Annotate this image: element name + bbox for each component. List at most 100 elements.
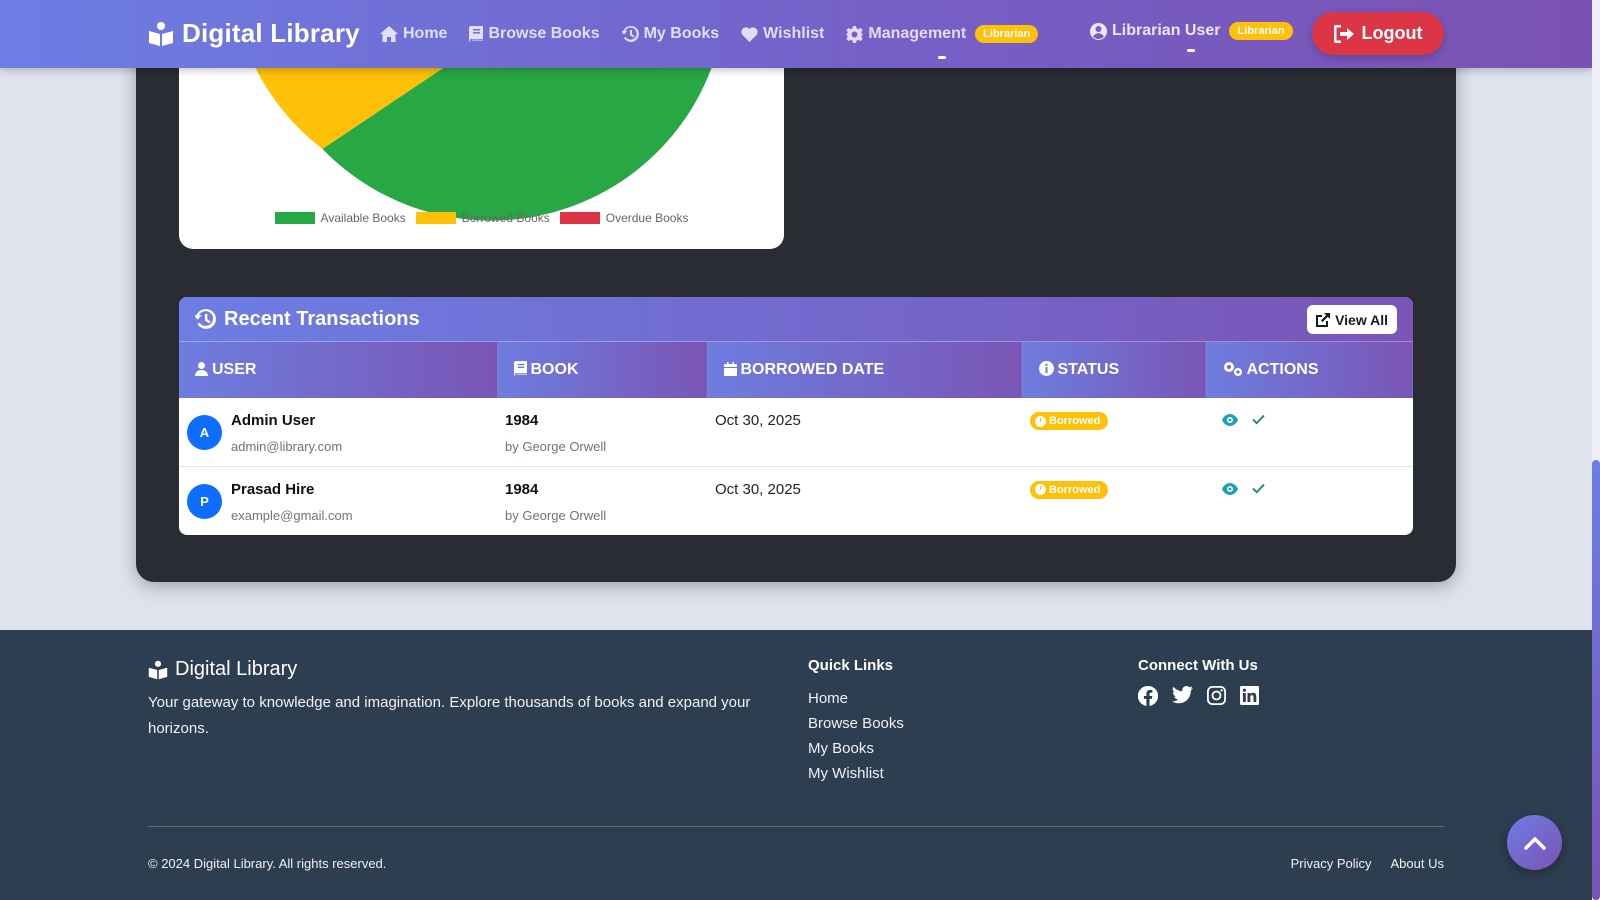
transactions-header: Recent Transactions View All — [179, 297, 1413, 342]
nav-browse-books[interactable]: Browse Books — [469, 25, 600, 43]
about-us-link[interactable]: About Us — [1391, 856, 1444, 871]
footer-link-home[interactable]: Home — [808, 686, 904, 711]
user-cell: P Prasad Hire example@gmail.com — [179, 466, 497, 534]
linkedin-icon[interactable] — [1240, 686, 1259, 705]
logout-label: Logout — [1361, 23, 1423, 43]
user-name: Prasad Hire — [231, 480, 315, 498]
nav-wishlist-label: Wishlist — [763, 25, 825, 42]
brand-link[interactable]: Digital Library — [148, 18, 360, 49]
nav-home-label: Home — [403, 25, 448, 42]
user-role-badge: Librarian — [1229, 22, 1293, 40]
column-label-user: USER — [212, 361, 257, 378]
logout-button[interactable]: Logout — [1312, 12, 1444, 55]
footer-description: Your gateway to knowledge and imaginatio… — [148, 694, 751, 737]
column-header-borrowed-date[interactable]: BORROWED DATE — [707, 342, 1023, 398]
status-badge: Borrowed — [1030, 412, 1109, 430]
status-cell: Borrowed — [1022, 466, 1206, 534]
column-header-user[interactable]: USER — [179, 342, 498, 398]
quick-links-title: Quick Links — [808, 657, 894, 674]
book-icon — [469, 26, 484, 42]
book-title: 1984 — [505, 412, 539, 429]
scroll-to-top-button[interactable] — [1507, 815, 1562, 870]
nav-my-books[interactable]: My Books — [621, 25, 720, 43]
check-icon[interactable] — [1252, 483, 1265, 494]
clock-icon — [1035, 484, 1046, 495]
home-icon — [380, 26, 398, 42]
legend-swatch-available — [274, 212, 315, 224]
status-label: Borrowed — [1049, 415, 1101, 427]
book-author: by George Orwell — [505, 507, 607, 523]
legend-item-borrowed[interactable]: Borrowed Books — [415, 211, 550, 225]
legend-label-available: Available Books — [320, 211, 406, 225]
instagram-icon[interactable] — [1207, 686, 1226, 705]
clock-icon — [1035, 415, 1046, 427]
user-name: Admin User — [231, 412, 316, 429]
connect-title: Connect With Us — [1138, 657, 1258, 674]
book-title: 1984 — [505, 480, 539, 498]
cogs-icon — [1223, 362, 1242, 376]
column-header-actions[interactable]: ACTIONS — [1206, 342, 1413, 398]
top-navbar: Digital Library Home Browse Books My Boo… — [0, 0, 1592, 68]
sign-out-icon — [1333, 24, 1354, 43]
table-row: A Admin User admin@library.com 1984 by G… — [179, 398, 1413, 467]
actions-cell — [1206, 466, 1413, 534]
quick-links-list: Home Browse Books My Books My Wishlist — [808, 686, 904, 786]
column-label-actions: ACTIONS — [1246, 361, 1319, 378]
footer-link-browse-books[interactable]: Browse Books — [808, 711, 904, 736]
eye-icon[interactable] — [1222, 482, 1238, 495]
user-cell: A Admin User admin@library.com — [179, 398, 497, 467]
footer-divider — [148, 826, 1444, 827]
view-all-label: View All — [1335, 311, 1388, 328]
book-status-chart-card: Available Books Borrowed Books Overdue B… — [179, 40, 784, 249]
nav-browse-books-label: Browse Books — [488, 25, 600, 42]
social-links — [1138, 686, 1259, 706]
site-footer: Digital Library Your gateway to knowledg… — [0, 630, 1592, 900]
footer-brand: Digital Library — [148, 658, 297, 681]
facebook-icon[interactable] — [1138, 686, 1158, 706]
reader-icon — [149, 21, 173, 46]
transactions-table: USER BOOK BORROWED DATE STATUS ACTIONS A… — [179, 342, 1413, 534]
footer-link-my-wishlist[interactable]: My Wishlist — [808, 761, 904, 786]
legend-label-borrowed: Borrowed Books — [461, 211, 550, 225]
nav-management[interactable]: Management Librarian — [846, 25, 1039, 59]
borrowed-date-cell: Oct 30, 2025 — [707, 398, 1022, 467]
status-label: Borrowed — [1049, 483, 1101, 496]
chevron-up-icon — [1523, 836, 1546, 850]
nav-my-books-label: My Books — [643, 25, 720, 42]
book-cell: 1984 by George Orwell — [497, 466, 707, 534]
heart-icon — [741, 26, 758, 42]
user-email: admin@library.com — [231, 439, 343, 454]
legend-swatch-overdue — [559, 212, 600, 224]
page-scrollbar-thumb[interactable] — [1592, 460, 1600, 900]
nav-wishlist[interactable]: Wishlist — [741, 25, 824, 43]
user-email: example@gmail.com — [231, 507, 353, 523]
check-icon[interactable] — [1252, 414, 1265, 425]
borrowed-date-cell: Oct 30, 2025 — [715, 480, 801, 498]
column-header-status[interactable]: STATUS — [1022, 342, 1207, 398]
book-icon — [513, 361, 527, 376]
column-header-book[interactable]: BOOK — [497, 342, 708, 398]
user-menu[interactable]: Librarian User Librarian — [1090, 22, 1293, 40]
footer-link-my-books[interactable]: My Books — [808, 736, 904, 761]
column-label-borrowed-date: BORROWED DATE — [740, 361, 885, 378]
legend-item-overdue[interactable]: Overdue Books — [559, 211, 688, 225]
nav-home[interactable]: Home — [380, 25, 447, 43]
copyright-text: © 2024 Digital Library. All rights reser… — [148, 856, 387, 871]
role-badge: Librarian — [975, 25, 1039, 43]
nav-management-label: Management — [868, 25, 967, 42]
footer-bottom-links: Privacy Policy About Us — [1291, 856, 1444, 871]
twitter-icon[interactable] — [1172, 686, 1193, 704]
brand-title: Digital Library — [182, 18, 360, 48]
book-author: by George Orwell — [505, 439, 607, 454]
calendar-icon — [723, 362, 737, 376]
chart-legend: Available Books Borrowed Books Overdue B… — [179, 211, 784, 225]
gear-icon — [846, 25, 864, 43]
eye-icon[interactable] — [1222, 414, 1238, 426]
actions-cell — [1206, 398, 1413, 467]
legend-item-available[interactable]: Available Books — [274, 211, 406, 225]
table-header-row: USER BOOK BORROWED DATE STATUS ACTIONS — [179, 342, 1413, 398]
view-all-button[interactable]: View All — [1307, 305, 1397, 334]
history-icon — [621, 26, 639, 42]
column-label-book: BOOK — [530, 361, 579, 378]
privacy-policy-link[interactable]: Privacy Policy — [1291, 856, 1372, 871]
